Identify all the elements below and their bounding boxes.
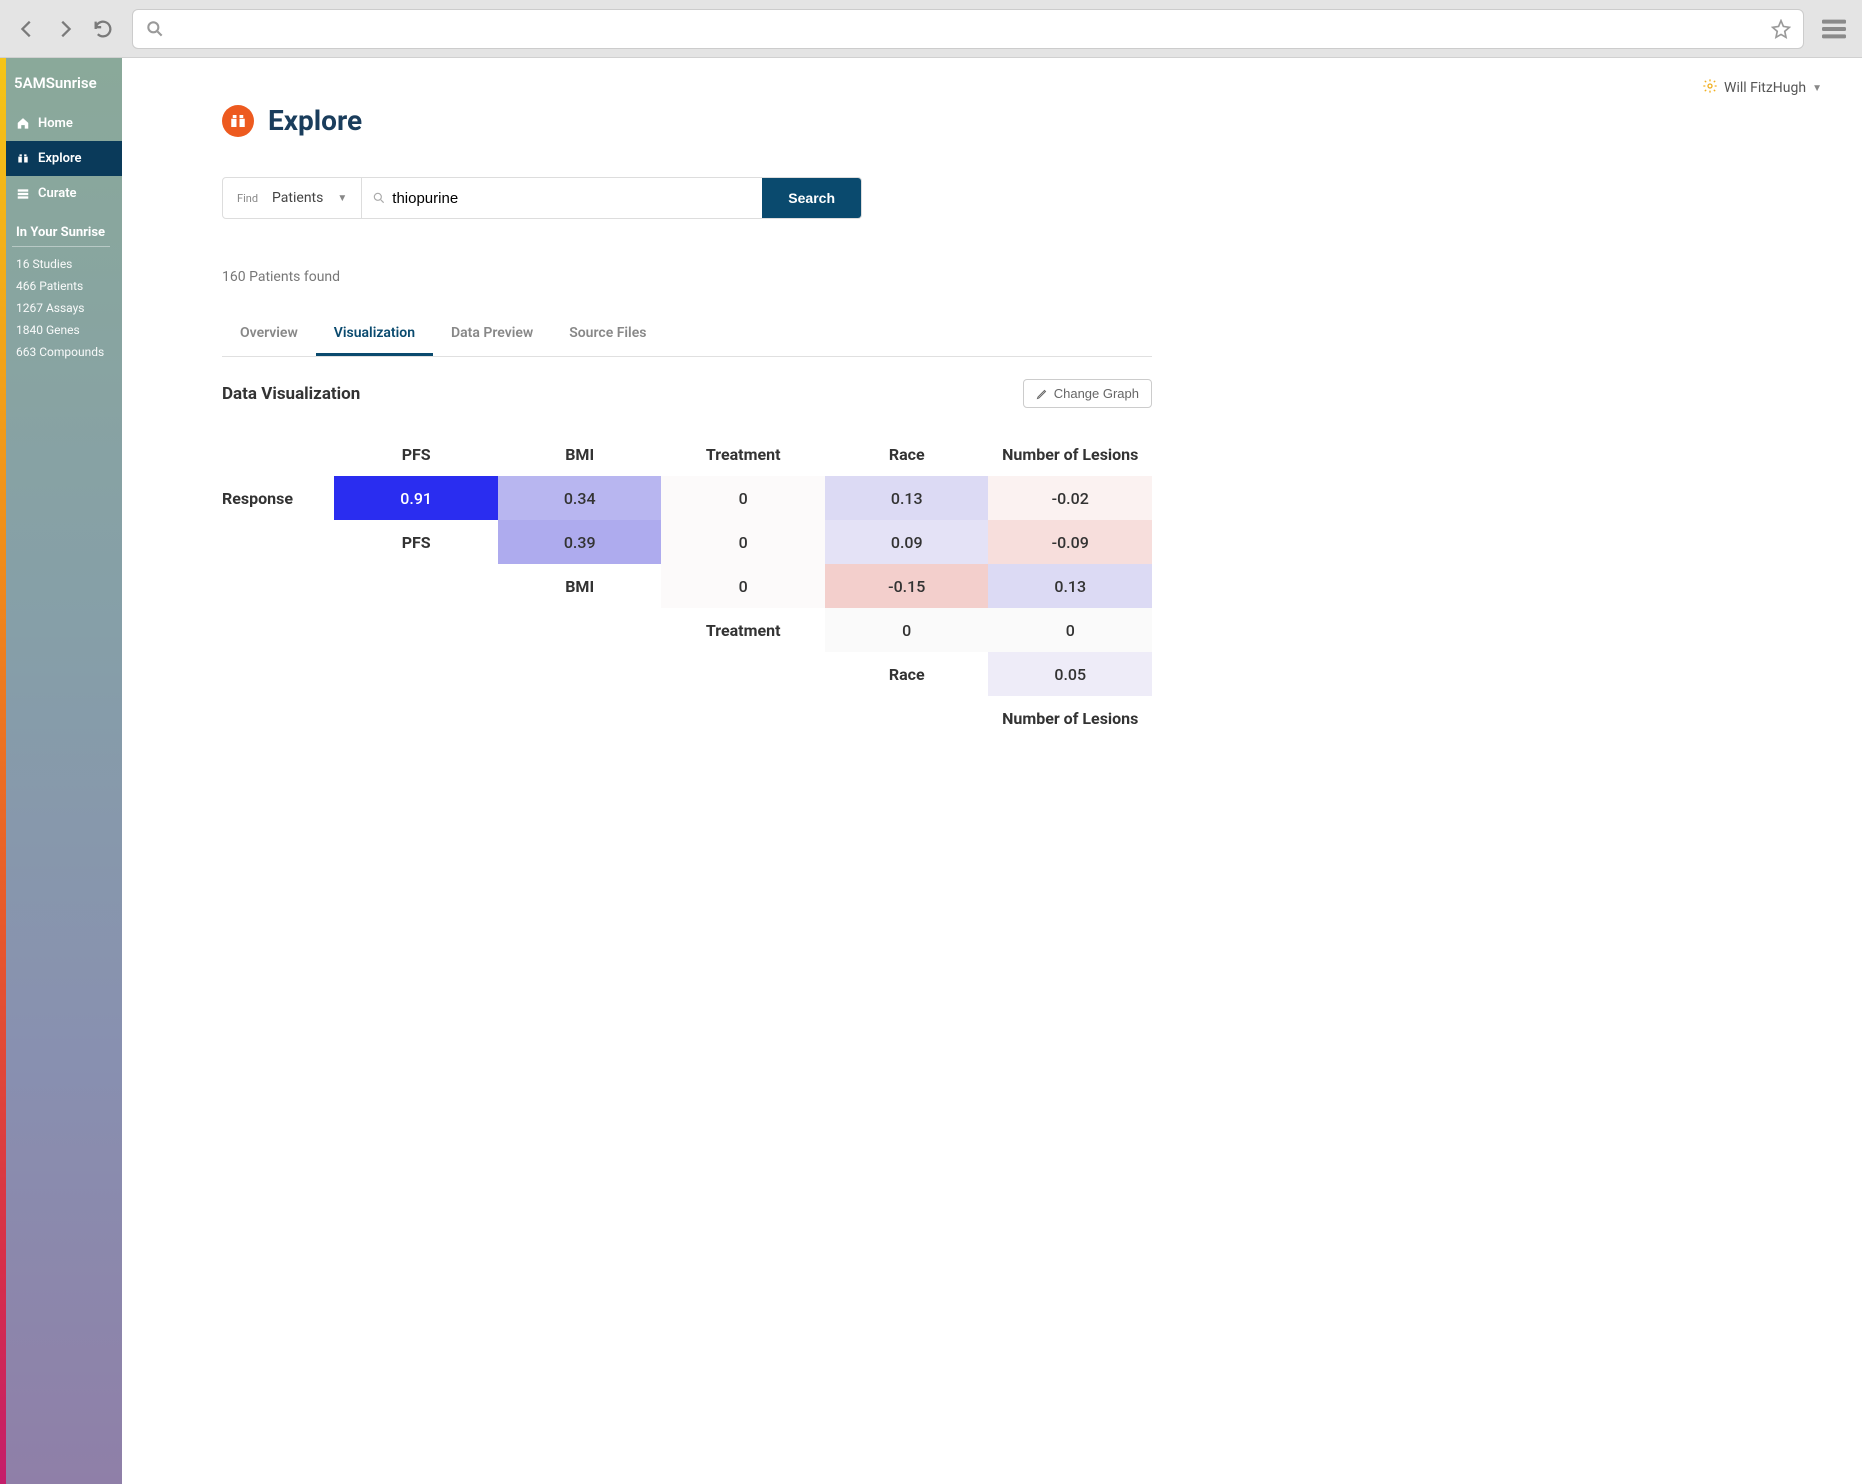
heatmap-row-header: Race <box>825 652 989 696</box>
search-button[interactable]: Search <box>762 178 861 218</box>
stat-genes[interactable]: 1840 Genes <box>0 319 122 341</box>
user-menu[interactable]: Will FitzHugh ▼ <box>1702 78 1822 98</box>
heatmap-col-header: Race <box>825 432 989 476</box>
heatmap-row-header <box>222 652 334 696</box>
heatmap-cell <box>498 696 662 740</box>
stat-assays[interactable]: 1267 Assays <box>0 297 122 319</box>
heatmap-cell: 0.39 <box>498 520 662 564</box>
heatmap-cell: 0.34 <box>498 476 662 520</box>
change-graph-button[interactable]: Change Graph <box>1023 379 1152 408</box>
heatmap-cell <box>498 608 662 652</box>
sidebar-item-label: Explore <box>38 151 82 166</box>
star-icon[interactable] <box>1771 19 1791 39</box>
heatmap-cell: 0 <box>661 564 825 608</box>
curate-icon <box>16 187 30 201</box>
heatmap-col-header: Number of Lesions <box>988 432 1152 476</box>
stat-studies[interactable]: 16 Studies <box>0 253 122 275</box>
search-input[interactable] <box>392 179 752 217</box>
heatmap-cell: 0.05 <box>988 652 1152 696</box>
page-title: Explore <box>268 104 362 137</box>
chevron-down-icon: ▼ <box>337 193 347 204</box>
tabs: Overview Visualization Data Preview Sour… <box>222 315 1152 357</box>
find-label: Find <box>237 192 258 205</box>
stat-patients[interactable]: 466 Patients <box>0 275 122 297</box>
entity-select[interactable]: Find Patients ▼ <box>223 178 362 218</box>
heatmap-cell: -0.09 <box>988 520 1152 564</box>
heatmap-cell: 0.13 <box>988 564 1152 608</box>
home-icon <box>16 117 30 131</box>
sidebar-item-curate[interactable]: Curate <box>0 176 122 211</box>
search-icon <box>372 191 386 205</box>
heatmap-cell: 0.91 <box>334 476 498 520</box>
chevron-down-icon: ▼ <box>1812 83 1822 94</box>
explore-icon <box>222 105 254 137</box>
results-count: 160 Patients found <box>222 269 1152 285</box>
pencil-icon <box>1036 388 1048 400</box>
back-button[interactable] <box>12 14 42 44</box>
search-row: Find Patients ▼ Search <box>222 177 862 219</box>
heatmap-cell <box>334 696 498 740</box>
tab-overview[interactable]: Overview <box>222 315 316 356</box>
heatmap-cell: 0 <box>661 476 825 520</box>
tab-data-preview[interactable]: Data Preview <box>433 315 551 356</box>
heatmap-row-header: Response <box>222 476 334 520</box>
gear-icon <box>1702 78 1718 98</box>
heatmap-cell <box>334 608 498 652</box>
viz-heading: Data Visualization <box>222 384 360 404</box>
heatmap-row-header: PFS <box>334 520 498 564</box>
heatmap-row-header <box>222 608 334 652</box>
sidebar-item-explore[interactable]: Explore <box>0 141 122 176</box>
binoculars-icon <box>16 152 30 166</box>
heatmap-cell <box>334 564 498 608</box>
heatmap-cell <box>498 652 662 696</box>
logo: 5AMSunrise <box>0 58 122 106</box>
heatmap-cell <box>661 696 825 740</box>
tab-source-files[interactable]: Source Files <box>551 315 664 356</box>
user-name: Will FitzHugh <box>1724 80 1806 96</box>
heatmap-row-header: Treatment <box>661 608 825 652</box>
heatmap-cell: -0.15 <box>825 564 989 608</box>
correlation-heatmap: PFSBMITreatmentRaceNumber of LesionsResp… <box>222 432 1152 740</box>
heatmap-cell: -0.02 <box>988 476 1152 520</box>
url-bar[interactable] <box>132 9 1804 49</box>
browser-chrome <box>0 0 1862 58</box>
heatmap-cell: 0.13 <box>825 476 989 520</box>
entity-value: Patients <box>272 190 323 206</box>
search-input-wrap <box>362 178 762 218</box>
heatmap-cell: 0 <box>661 520 825 564</box>
sidebar-item-label: Home <box>38 116 73 131</box>
page-title-row: Explore <box>222 104 1152 137</box>
search-icon <box>145 19 165 39</box>
heatmap-cell: 0 <box>825 608 989 652</box>
heatmap-col-header: BMI <box>498 432 662 476</box>
heatmap-row-header: Number of Lesions <box>988 696 1152 740</box>
reload-button[interactable] <box>88 14 118 44</box>
menu-button[interactable] <box>1818 13 1850 45</box>
viz-header: Data Visualization Change Graph <box>222 379 1152 408</box>
heatmap-row-header <box>222 564 334 608</box>
heatmap-col-header: Treatment <box>661 432 825 476</box>
tab-visualization[interactable]: Visualization <box>316 315 433 356</box>
heatmap-cell: 0 <box>988 608 1152 652</box>
heatmap-row-header <box>222 520 334 564</box>
sidebar-section-header: In Your Sunrise <box>12 211 110 247</box>
heatmap-cell: 0.09 <box>825 520 989 564</box>
heatmap-row-header: BMI <box>498 564 662 608</box>
change-graph-label: Change Graph <box>1054 386 1139 401</box>
sidebar-item-label: Curate <box>38 186 77 201</box>
sidebar: 5AMSunrise Home Explore Curate In Your S… <box>0 58 122 1484</box>
sidebar-item-home[interactable]: Home <box>0 106 122 141</box>
heatmap-cell <box>825 696 989 740</box>
heatmap-cell <box>334 652 498 696</box>
stat-compounds[interactable]: 663 Compounds <box>0 341 122 363</box>
heatmap-col-header: PFS <box>334 432 498 476</box>
heatmap-row-header <box>222 696 334 740</box>
brand-name: 5AMSunrise <box>14 74 97 92</box>
main-content: Will FitzHugh ▼ Explore Find Patients ▼ <box>122 58 1862 1484</box>
forward-button[interactable] <box>50 14 80 44</box>
heatmap-cell <box>661 652 825 696</box>
